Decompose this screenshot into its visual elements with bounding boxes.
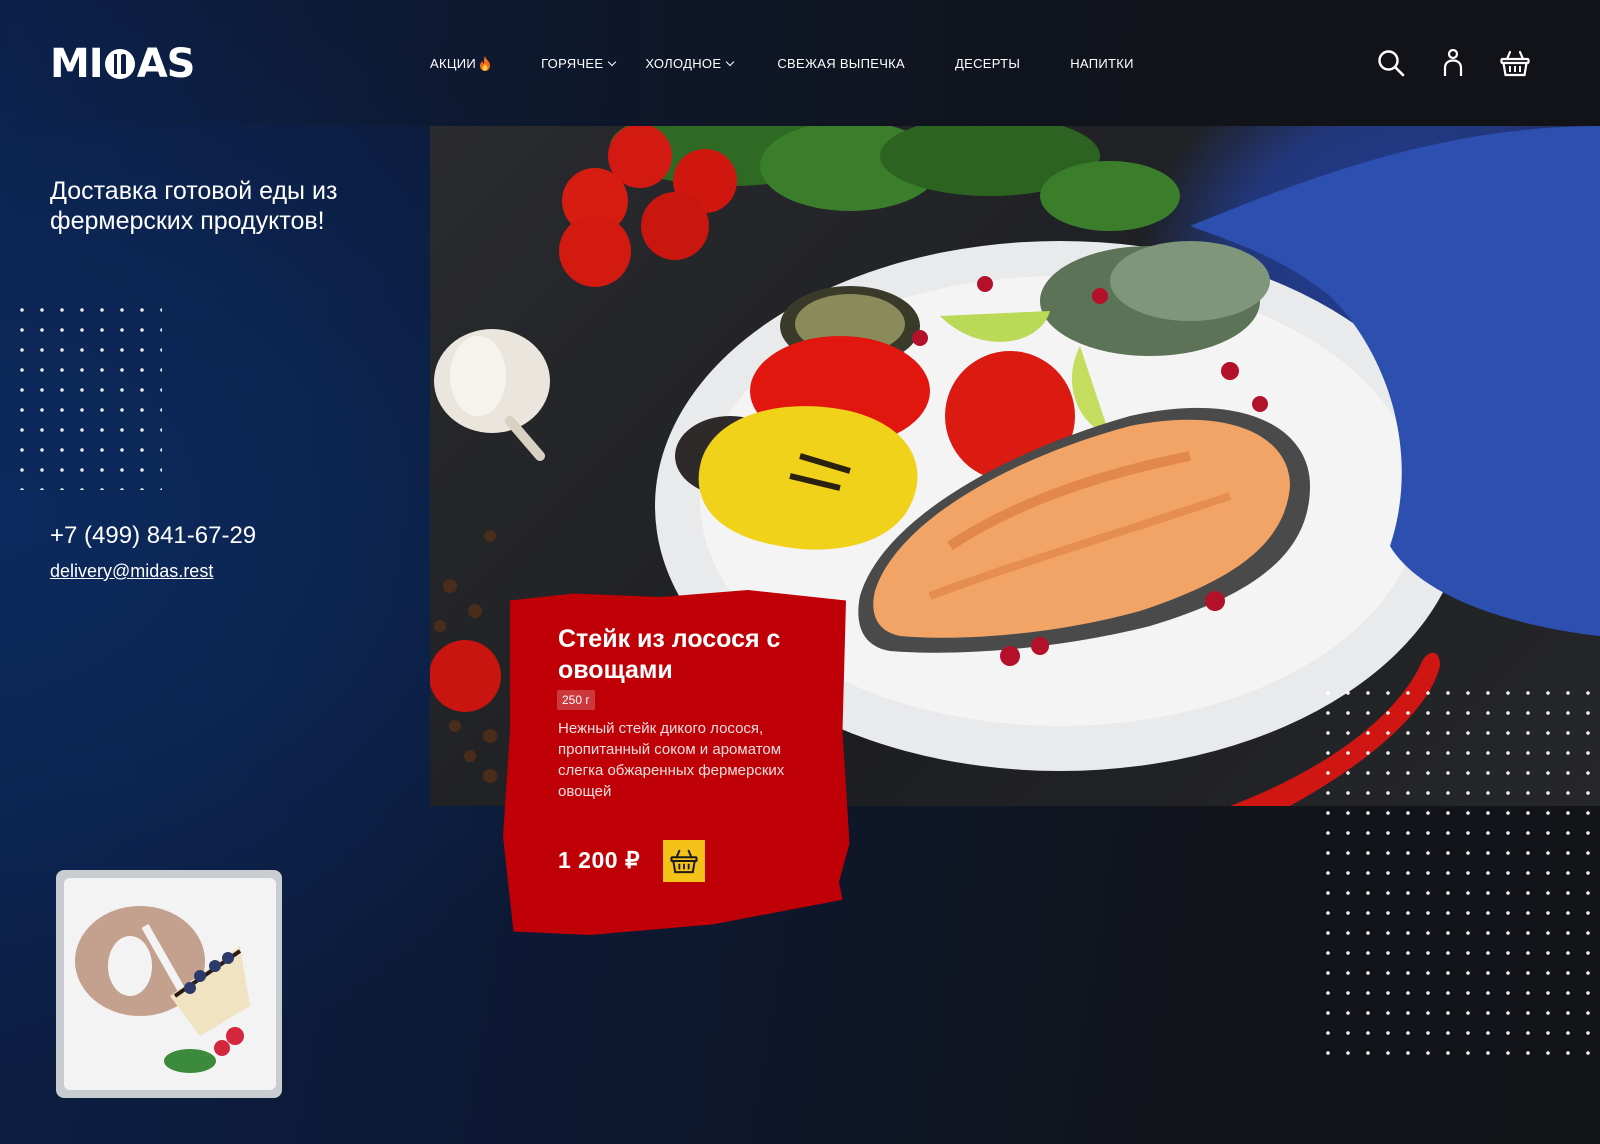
logo-text-right: AS bbox=[136, 41, 196, 87]
basket-icon bbox=[670, 849, 698, 874]
nav-item-label: ХОЛОДНОЕ bbox=[645, 56, 722, 71]
chevron-down-icon bbox=[726, 57, 735, 66]
fire-icon bbox=[480, 56, 491, 71]
product-description: Нежный стейк дикого лосося, пропитанный … bbox=[558, 720, 785, 800]
nav-item-promotions[interactable]: АКЦИИ bbox=[430, 56, 491, 71]
nav-item-desserts[interactable]: ДЕСЕРТЫ bbox=[955, 56, 1020, 71]
search-icon bbox=[1378, 50, 1405, 77]
decorative-dot-grid bbox=[1318, 683, 1600, 1055]
nav-item-label: ДЕСЕРТЫ bbox=[955, 56, 1021, 71]
garlic-illustration bbox=[434, 329, 550, 461]
nav-item-label: АКЦИИ bbox=[430, 56, 477, 71]
cart-button[interactable] bbox=[1500, 48, 1530, 78]
nav-item-bakery[interactable]: СВЕЖАЯ ВЫПЕЧКА bbox=[777, 56, 905, 71]
hero-tagline: Доставка готовой еды из фермерских проду… bbox=[50, 177, 338, 235]
nav-item-drinks[interactable]: НАПИТКИ bbox=[1070, 56, 1134, 71]
header-actions bbox=[1376, 48, 1530, 78]
account-button[interactable] bbox=[1438, 48, 1468, 78]
user-icon bbox=[1443, 49, 1463, 76]
dessert-plate-image bbox=[50, 866, 286, 1102]
basket-icon bbox=[1500, 50, 1530, 77]
logo-fork-knife-icon bbox=[104, 49, 135, 79]
nav-item-cold[interactable]: ХОЛОДНОЕ bbox=[645, 56, 735, 71]
product-title[interactable]: Стейк из лосося с овощами bbox=[558, 624, 818, 686]
contact-phone[interactable]: +7 (499) 841-67-29 bbox=[50, 522, 256, 550]
product-price: 1 200 ₽ bbox=[558, 847, 641, 873]
main-nav: АКЦИИ ГОРЯЧЕЕ ХОЛОДНОЕ СВЕЖАЯ ВЫПЕЧКА ДЕ… bbox=[430, 56, 1134, 71]
logo[interactable]: MI AS bbox=[50, 41, 196, 87]
add-to-cart-button[interactable] bbox=[663, 840, 705, 882]
search-button[interactable] bbox=[1376, 48, 1406, 78]
nav-item-hot[interactable]: ГОРЯЧЕЕ bbox=[541, 56, 617, 71]
product-weight-badge: 250 г bbox=[557, 690, 595, 710]
nav-item-label: СВЕЖАЯ ВЫПЕЧКА bbox=[777, 56, 906, 71]
nav-item-label: ГОРЯЧЕЕ bbox=[541, 56, 604, 71]
yellow-pepper-illustration bbox=[698, 406, 918, 550]
nav-item-label: НАПИТКИ bbox=[1070, 56, 1134, 71]
contact-email-link[interactable]: delivery@midas.rest bbox=[50, 561, 213, 582]
logo-text-left: MI bbox=[50, 41, 104, 87]
chevron-down-icon bbox=[608, 57, 617, 66]
decorative-dot-grid bbox=[12, 300, 162, 490]
